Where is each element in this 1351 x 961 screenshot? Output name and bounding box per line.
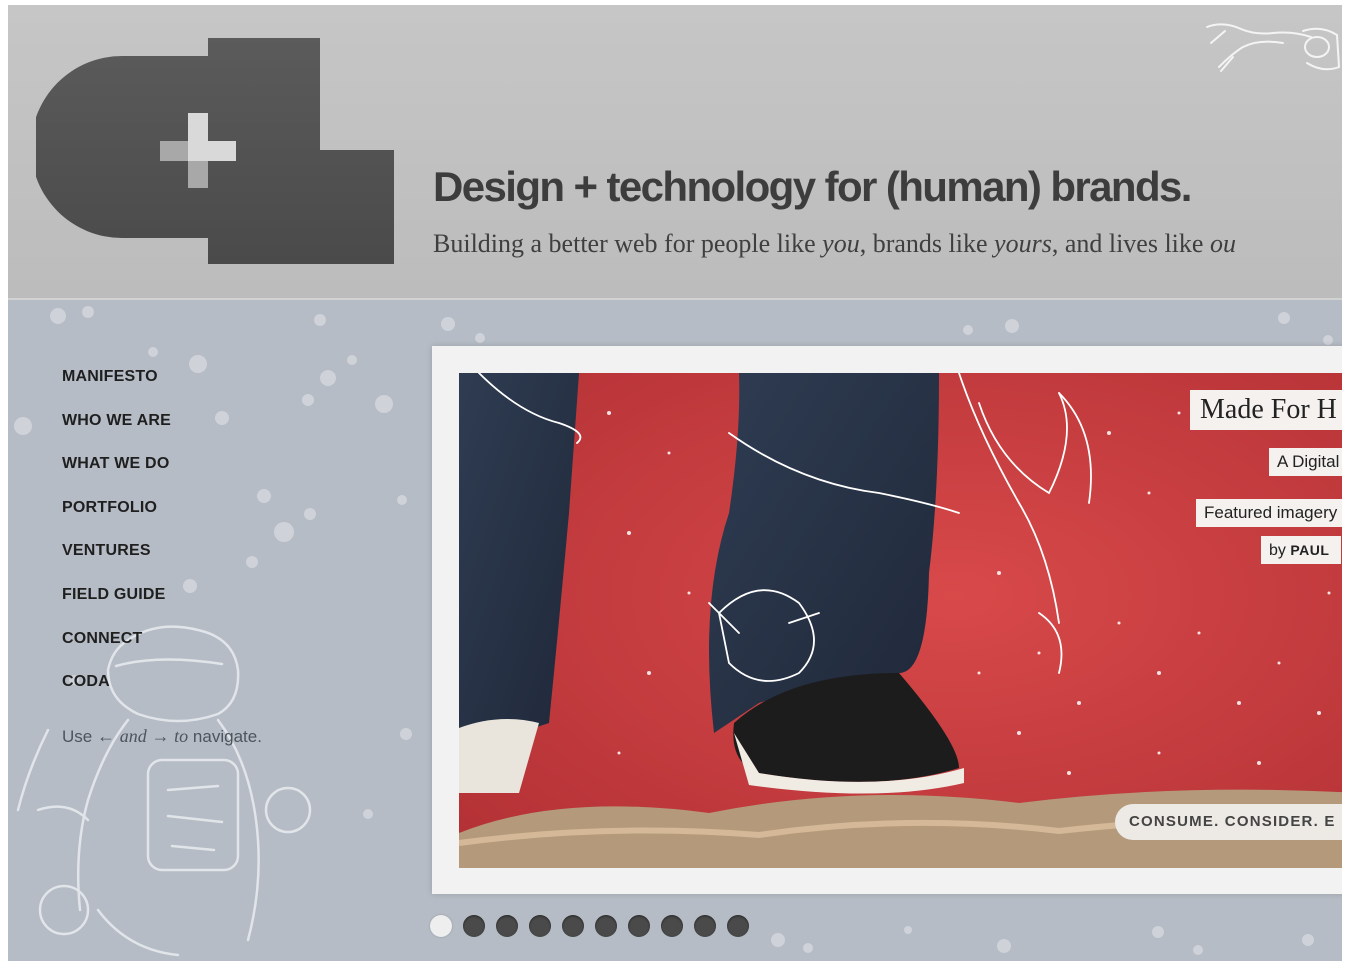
slide-featured-label: Featured imagery [1196,499,1342,527]
left-arrow-icon: ← [96,726,115,746]
hint-text: and [119,726,147,746]
pager-dot-8[interactable] [661,915,683,937]
nav-item-what-we-do[interactable]: WHAT WE DO [62,455,171,499]
subline-emphasis: you [822,229,860,258]
nav-item-who-we-are[interactable]: WHO WE ARE [62,412,171,456]
pager-dot-4[interactable] [529,915,551,937]
pager-dot-3[interactable] [496,915,518,937]
nav-item-coda[interactable]: CODA [62,673,171,717]
nav-item-portfolio[interactable]: PORTFOLIO [62,499,171,543]
slide-credit-by: by [1269,542,1286,559]
hint-text: navigate. [192,727,262,746]
nav-item-ventures[interactable]: VENTURES [62,542,171,586]
nav-item-manifesto[interactable]: MANIFESTO [62,368,171,412]
subline-part: Building a better web for people like [433,229,823,258]
slide-subtitle: A Digital [1269,448,1342,476]
tagline: Design + technology for (human) brands. [433,163,1192,210]
subline-part: , brands like [859,229,995,258]
pager-dot-1[interactable] [430,915,452,937]
slide-credit-name: PAUL [1290,542,1330,558]
slide-cta-button[interactable]: CONSUME. CONSIDER. E [1115,804,1342,840]
pager-dot-5[interactable] [562,915,584,937]
pager-dot-6[interactable] [595,915,617,937]
right-arrow-icon: → [151,726,170,746]
hint-text: to [174,726,189,746]
subline-part: , and lives like [1051,229,1210,258]
slide-title: Made For H [1190,390,1342,430]
pager-dot-7[interactable] [628,915,650,937]
slide-credit: by PAUL [1261,536,1342,564]
nav-item-connect[interactable]: CONNECT [62,630,171,674]
subline-emphasis: yours [994,229,1052,258]
subline: Building a better web for people like yo… [433,229,1236,259]
nav-item-field-guide[interactable]: FIELD GUIDE [62,586,171,630]
pager-dot-9[interactable] [694,915,716,937]
keyboard-nav-hint: Use ← and → to navigate. [62,726,262,747]
slide-image[interactable]: Made For H A Digital Featured imagery by… [459,373,1342,868]
page: Design + technology for (human) brands. … [8,5,1342,961]
subline-emphasis: ou [1209,229,1236,258]
logo-icon[interactable] [36,38,398,270]
slide-photo-illustration [459,373,1342,868]
main-content: MANIFESTO WHO WE ARE WHAT WE DO PORTFOLI… [8,300,1342,961]
diver-doodle-icon [1206,23,1341,72]
slideshow-frame: Made For H A Digital Featured imagery by… [432,346,1342,894]
pager-dot-10[interactable] [727,915,749,937]
site-header: Design + technology for (human) brands. … [8,5,1342,300]
main-nav: MANIFESTO WHO WE ARE WHAT WE DO PORTFOLI… [62,368,171,717]
hint-text: Use [62,727,93,746]
pager-dot-2[interactable] [463,915,485,937]
